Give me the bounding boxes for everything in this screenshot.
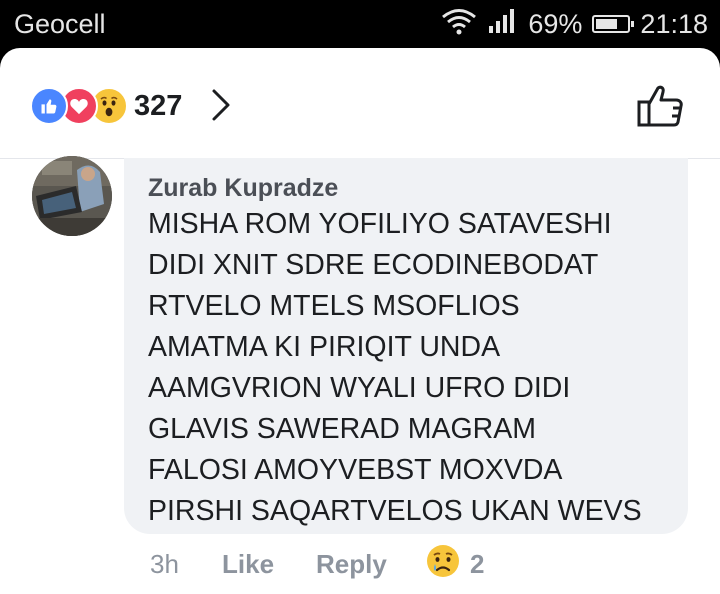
comment-text-line: RTVELO MTELS MSOFLIOS: [148, 290, 520, 322]
signal-icon: [488, 8, 518, 41]
comment-text-line: GLAVIS SAWERAD MAGRAM: [148, 413, 536, 445]
comment-reaction-count[interactable]: 2: [470, 549, 484, 580]
reaction-count: 327: [134, 90, 183, 122]
comment-text-line: AMATMA KI PIRIQIT UNDA: [148, 331, 501, 363]
status-icons: 69% 21:18: [440, 6, 708, 42]
comment-text-line: FALOSI AMOYVEBST MOXVDA: [148, 454, 563, 486]
comment-text-line: PIRSHI SAQARTVELOS UKAN WEVS: [148, 495, 642, 527]
battery-icon: [592, 15, 635, 33]
comment-text-line: AAMGVRION WYALI UFRO DIDI: [148, 372, 571, 404]
reaction-icons: [30, 87, 128, 125]
reactions-sheet: 327 Zurab Kupradze MISHA ROM YOFILIYO SA…: [0, 48, 720, 594]
comment-text-line: MISHA ROM YOFILIYO SATAVESHI: [148, 208, 612, 240]
sad-reaction-icon[interactable]: [426, 544, 460, 585]
comment-text-line: DIDI XNIT SDRE ECODINEBODAT: [148, 249, 599, 281]
clock: 21:18: [640, 8, 708, 39]
comment-author[interactable]: Zurab Kupradze: [148, 172, 688, 204]
comment-like-button[interactable]: Like: [222, 549, 316, 580]
battery-fill: [596, 19, 618, 29]
battery-percent: 69%: [528, 8, 583, 39]
comment-bubble[interactable]: Zurab Kupradze MISHA ROM YOFILIYO SATAVE…: [124, 158, 688, 534]
avatar[interactable]: [32, 156, 112, 236]
like-button-icon[interactable]: [636, 84, 684, 133]
carrier-name: Geocell: [14, 9, 106, 39]
reaction-summary[interactable]: 327: [0, 48, 720, 158]
wifi-icon: [440, 7, 478, 42]
comment-actions: 3h Like Reply 2: [150, 544, 484, 584]
like-reaction-icon: [30, 87, 68, 125]
chevron-right-icon[interactable]: [210, 88, 232, 127]
comment-timestamp[interactable]: 3h: [150, 549, 222, 580]
status-bar: Geocell 69% 21:18: [0, 0, 720, 48]
comment-reply-button[interactable]: Reply: [316, 549, 426, 580]
